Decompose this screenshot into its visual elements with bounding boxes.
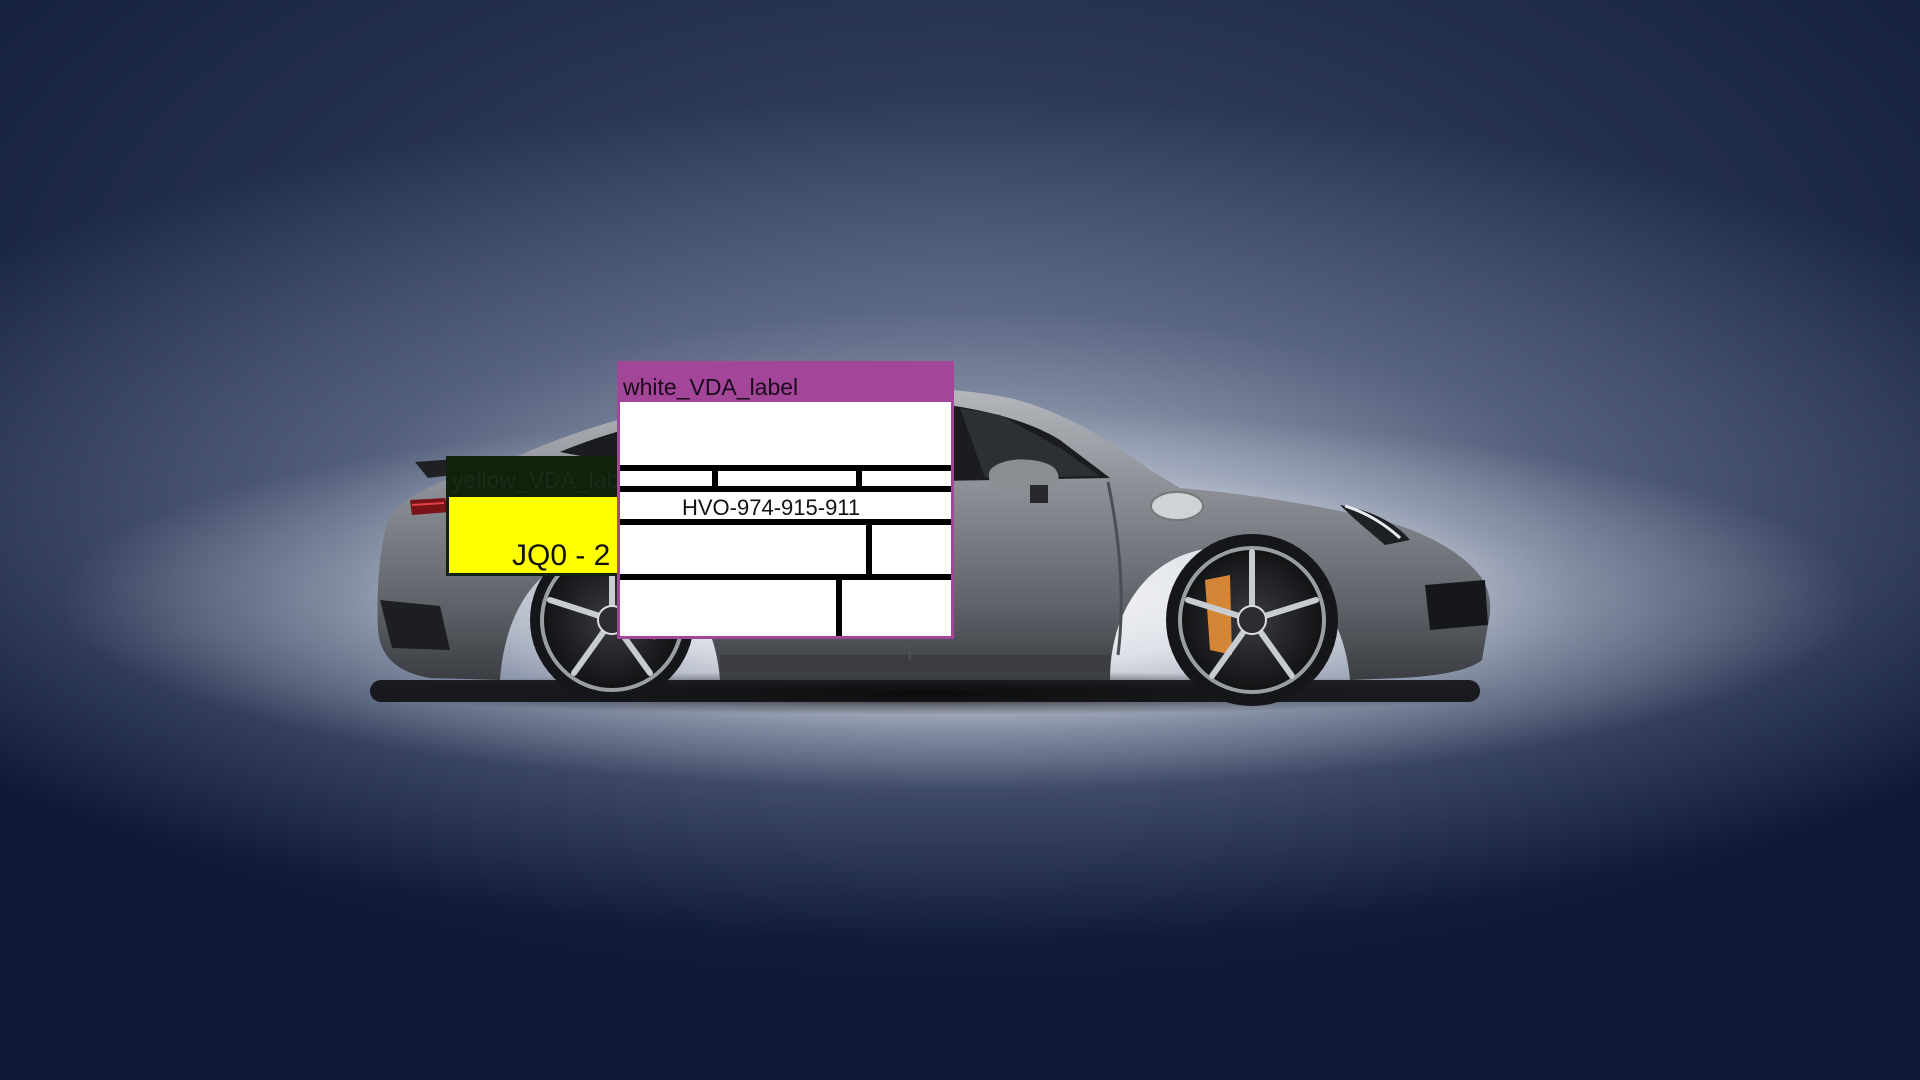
- white-label-serial: HVO-974-915-911: [682, 495, 861, 520]
- yellow-label-title: yellow_VDA_lab: [449, 459, 628, 497]
- grid-line: [620, 465, 951, 471]
- car-icon: [350, 386, 1510, 715]
- grid-line: [620, 574, 951, 580]
- grid-line: [836, 577, 842, 636]
- grid-line: [620, 486, 951, 492]
- grid-line: [856, 468, 862, 488]
- scene: yellow_VDA_lab JQ0 - 2 white_VDA_label H…: [0, 0, 1920, 1080]
- grid-line: [712, 468, 718, 488]
- grid-line: [866, 522, 872, 574]
- grid-line: [620, 519, 951, 525]
- white-vda-label[interactable]: white_VDA_label HVO-974-915-911: [617, 361, 954, 639]
- yellow-vda-label[interactable]: yellow_VDA_lab JQ0 - 2: [446, 456, 631, 576]
- yellow-label-code: JQ0 - 2: [512, 539, 611, 572]
- white-label-title: white_VDA_label: [620, 364, 951, 402]
